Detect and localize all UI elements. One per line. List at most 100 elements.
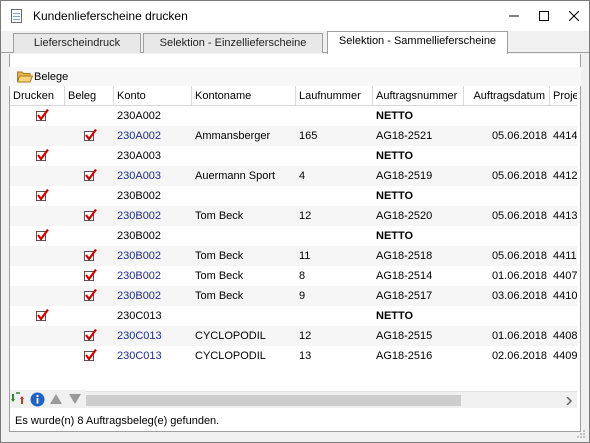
cell-konto: 230B002 <box>117 190 162 202</box>
cell-kontoname <box>195 146 293 166</box>
column-header-konto[interactable]: Konto <box>114 86 192 106</box>
scroll-right-arrow[interactable] <box>560 392 577 409</box>
group-row[interactable]: 230C013 NETTO <box>10 306 577 326</box>
beleg-row[interactable]: 230B002 Tom Beck 9 AG18-2517 03.06.2018 4410 <box>10 286 577 306</box>
beleg-checkbox[interactable] <box>84 209 97 222</box>
refresh-button[interactable] <box>10 391 26 407</box>
group-row[interactable]: 230A002 NETTO <box>10 106 577 126</box>
refresh-icon <box>11 392 24 404</box>
cell-auftragsdatum <box>467 306 547 326</box>
column-header-kontoname[interactable]: Kontoname <box>192 86 296 106</box>
group-row[interactable]: 230B002 NETTO <box>10 226 577 246</box>
group-row[interactable]: 230B002 NETTO <box>10 186 577 206</box>
move-down-button[interactable] <box>67 391 83 407</box>
cell-laufnummer <box>299 146 370 166</box>
cell-kontoname <box>195 306 293 326</box>
cell-projekt: 4407 <box>553 270 577 282</box>
cell-auftragsdatum <box>467 186 547 206</box>
beleg-row[interactable]: 230B002 Tom Beck 8 AG18-2514 01.06.2018 4407 <box>10 266 577 286</box>
drucken-checkbox[interactable] <box>36 109 49 122</box>
cell-auftragsnummer: AG18-2517 <box>376 290 433 302</box>
move-up-button[interactable] <box>48 391 64 407</box>
tab-lieferscheindruck[interactable]: Lieferscheindruck <box>13 33 141 53</box>
beleg-checkbox[interactable] <box>84 249 97 262</box>
cell-auftragsnummer: NETTO <box>376 230 414 242</box>
cell-kontoname: Tom Beck <box>195 270 244 282</box>
beleg-row[interactable]: 230B002 Tom Beck 11 AG18-2518 05.06.2018 4411 <box>10 246 577 266</box>
drucken-checkbox[interactable] <box>36 309 49 322</box>
beleg-row[interactable]: 230B002 Tom Beck 12 AG18-2520 05.06.2018 4413 <box>10 206 577 226</box>
beleg-checkbox[interactable] <box>84 129 97 142</box>
cell-projekt: 4410 <box>553 290 577 302</box>
info-button[interactable] <box>29 391 45 407</box>
beleg-row[interactable]: 230A003 Auermann Sport 4 AG18-2519 05.06.201… <box>10 166 577 186</box>
cell-projekt <box>553 306 577 326</box>
beleg-checkbox[interactable] <box>84 169 97 182</box>
cell-auftragsdatum: 02.06.2018 <box>491 350 547 362</box>
cell-kontoname: CYCLOPODIL <box>195 350 266 362</box>
grid-header: Drucken Beleg Konto Kontoname Laufnummer Auft… <box>10 86 577 106</box>
column-header-auftragsnummer[interactable]: Auftragsnummer <box>373 86 464 106</box>
cell-auftragsdatum: 01.06.2018 <box>491 270 547 282</box>
cell-auftragsnummer: NETTO <box>376 190 414 202</box>
horizontal-scrollbar[interactable] <box>10 391 577 408</box>
window-title: Kundenlieferscheine drucken <box>33 9 188 23</box>
drucken-checkbox[interactable] <box>36 149 49 162</box>
cell-auftragsnummer: AG18-2516 <box>376 350 433 362</box>
grid-toolbar <box>10 390 86 408</box>
chevron-right-icon <box>565 396 572 405</box>
cell-laufnummer: 4 <box>299 170 306 182</box>
cell-auftragsnummer: AG18-2521 <box>376 130 433 142</box>
cell-auftragsnummer: AG18-2518 <box>376 250 433 262</box>
tab-selektion-einzellieferscheine[interactable]: Selektion - Einzellieferscheine <box>143 33 323 53</box>
dialog-window: Kundenlieferscheine drucken Lieferschein… <box>0 0 590 443</box>
cell-auftragsdatum: 03.06.2018 <box>491 290 547 302</box>
column-header-drucken[interactable]: Drucken <box>10 86 65 106</box>
beleg-checkbox[interactable] <box>84 289 97 302</box>
drucken-checkbox[interactable] <box>36 189 49 202</box>
cell-konto: 230B002 <box>117 210 162 222</box>
column-header-auftragsdatum[interactable]: Auftragsdatum <box>464 86 550 106</box>
cell-laufnummer: 13 <box>299 350 312 362</box>
tab-strip: Lieferscheindruck Selektion - Einzellief… <box>1 31 589 54</box>
cell-auftragsdatum: 05.06.2018 <box>491 210 547 222</box>
cell-projekt: 4409 <box>553 350 577 362</box>
resize-grip-icon[interactable] <box>575 428 585 438</box>
cell-konto: 230B002 <box>117 270 162 282</box>
cell-projekt: 4413 <box>553 210 577 222</box>
cell-laufnummer: 165 <box>299 130 318 142</box>
column-header-projekt[interactable]: Proje <box>550 86 577 106</box>
close-button[interactable] <box>559 1 589 31</box>
belege-section-header[interactable]: Belege <box>9 67 581 86</box>
cell-kontoname <box>195 106 293 126</box>
cell-projekt: 4414 <box>553 130 577 142</box>
cell-auftragsdatum: 05.06.2018 <box>491 170 547 182</box>
tab-selektion-sammellieferscheine[interactable]: Selektion - Sammellieferscheine <box>327 31 508 54</box>
cell-laufnummer: 12 <box>299 210 312 222</box>
beleg-checkbox[interactable] <box>84 329 97 342</box>
cell-laufnummer <box>299 186 370 206</box>
cell-laufnummer <box>299 106 370 126</box>
beleg-row[interactable]: 230C013 CYCLOPODIL 13 AG18-2516 02.06.2018 44… <box>10 346 577 366</box>
cell-kontoname: Tom Beck <box>195 250 244 262</box>
beleg-row[interactable]: 230A002 Ammansberger 165 AG18-2521 05.06.201… <box>10 126 577 146</box>
drucken-checkbox[interactable] <box>36 229 49 242</box>
column-header-beleg[interactable]: Beleg <box>65 86 114 106</box>
cell-kontoname: Auermann Sport <box>195 170 276 182</box>
maximize-button[interactable] <box>529 1 559 31</box>
cell-auftragsnummer: NETTO <box>376 150 414 162</box>
folder-open-icon <box>16 70 34 83</box>
group-row[interactable]: 230A003 NETTO <box>10 146 577 166</box>
cell-auftragsnummer: AG18-2520 <box>376 210 433 222</box>
beleg-checkbox[interactable] <box>84 349 97 362</box>
beleg-checkbox[interactable] <box>84 269 97 282</box>
cell-auftragsdatum: 05.06.2018 <box>491 250 547 262</box>
scrollbar-thumb[interactable] <box>27 395 461 406</box>
cell-auftragsdatum <box>467 146 547 166</box>
cell-kontoname: Tom Beck <box>195 290 244 302</box>
beleg-row[interactable]: 230C013 CYCLOPODIL 12 AG18-2515 01.06.2018 44… <box>10 326 577 346</box>
cell-konto: 230A003 <box>117 170 162 182</box>
minimize-button[interactable] <box>499 1 529 31</box>
column-header-laufnummer[interactable]: Laufnummer <box>296 86 373 106</box>
cell-auftragsnummer: AG18-2519 <box>376 170 433 182</box>
